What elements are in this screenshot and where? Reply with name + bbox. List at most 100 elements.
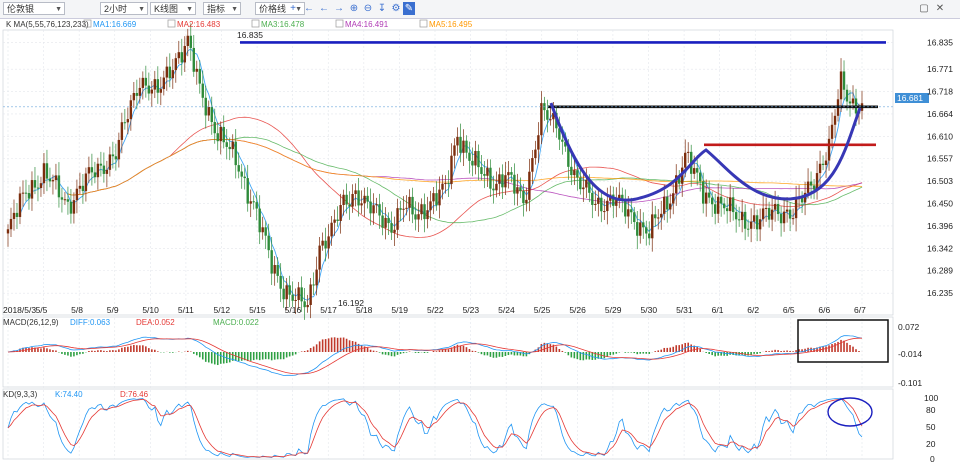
x-tick-3: 5/9 xyxy=(107,305,119,315)
candle-body xyxy=(707,192,711,198)
candle-body xyxy=(33,180,37,188)
candle-body xyxy=(243,176,246,179)
candle-body xyxy=(666,196,669,210)
pin-icon[interactable]: ↧ xyxy=(376,2,388,15)
candle-body xyxy=(363,195,366,204)
candle-body xyxy=(597,197,600,204)
candle-body xyxy=(198,68,201,84)
macd-diff: DIFF:0.063 xyxy=(70,318,111,327)
x-tick-9: 5/17 xyxy=(320,305,337,315)
candle-body xyxy=(357,190,360,206)
crosshair-icon[interactable]: + xyxy=(287,2,299,15)
x-tick-21: 6/2 xyxy=(747,305,759,315)
x-tick-11: 5/19 xyxy=(391,305,408,315)
ma-legend-box-4[interactable] xyxy=(419,19,428,28)
arrow-left-icon[interactable]: ← xyxy=(303,2,315,15)
candle-body xyxy=(207,106,210,116)
close-icon[interactable]: ✕ xyxy=(934,2,946,15)
candle-body xyxy=(297,287,300,300)
candle-body xyxy=(393,229,396,233)
candle-body xyxy=(18,193,22,217)
candle-body xyxy=(594,203,597,205)
candle-body xyxy=(336,219,339,221)
candle-body xyxy=(734,212,738,220)
candle-body xyxy=(582,187,585,190)
candle-body xyxy=(788,209,792,219)
ma-legend-box-2[interactable] xyxy=(251,19,260,28)
y-axis: 16.835 16.771 16.718 16.664 16.610 16.557 16.5… xyxy=(927,37,953,298)
candle-body xyxy=(192,47,195,72)
candle-body xyxy=(462,140,465,153)
period-select[interactable]: 2小时 ▼ xyxy=(100,2,148,15)
candle-body xyxy=(258,208,261,233)
candle-body xyxy=(761,208,765,220)
candle-body xyxy=(129,100,133,120)
candle-body xyxy=(645,227,648,234)
zoom-in-icon[interactable]: ⊕ xyxy=(348,2,360,15)
ma-legend-box-3[interactable] xyxy=(335,19,344,28)
candle-body xyxy=(731,197,735,213)
candle-body xyxy=(282,288,285,300)
candle-body xyxy=(237,165,240,172)
y-tick-1: 16.771 xyxy=(927,64,953,74)
arrow-right-icon[interactable]: → xyxy=(333,2,345,15)
candle-body xyxy=(195,68,198,72)
settings-icon[interactable]: ⚙ xyxy=(390,2,402,15)
candle-body xyxy=(423,204,426,220)
x-axis: 2018/5/3 5/5 5/8 5/9 5/10 5/11 5/12 5/15 5/16 5/1… xyxy=(3,305,866,315)
candle-body xyxy=(716,196,720,214)
x-tick-10: 5/18 xyxy=(356,305,373,315)
candle-body xyxy=(270,250,273,274)
candle-body xyxy=(120,122,124,140)
candle-body xyxy=(755,215,759,230)
candle-body xyxy=(719,196,723,204)
candle-body xyxy=(303,301,306,308)
minimize-icon[interactable]: ▢ xyxy=(918,2,930,15)
candle-body xyxy=(279,275,282,289)
candle-body xyxy=(48,178,52,182)
candle-body xyxy=(579,177,582,190)
ma-legend-box-1[interactable] xyxy=(167,19,176,28)
candle-body xyxy=(480,167,483,174)
candle-body xyxy=(21,192,25,194)
candle-body xyxy=(426,210,429,220)
candle-body xyxy=(615,200,618,206)
candle-body xyxy=(372,205,375,214)
y-tick-3: 16.664 xyxy=(927,109,953,119)
x-tick-13: 5/23 xyxy=(463,305,480,315)
y-tick-5: 16.557 xyxy=(927,154,953,164)
candle-body xyxy=(333,219,336,223)
candle-body xyxy=(6,229,10,234)
candle-body xyxy=(318,245,321,270)
candle-body xyxy=(695,168,699,173)
candle-body xyxy=(312,284,315,286)
macd-dea: DEA:0.052 xyxy=(136,318,175,327)
candle-body xyxy=(740,211,744,221)
x-tick-18: 5/30 xyxy=(641,305,658,315)
candle-body xyxy=(213,122,216,134)
zoom-out-icon[interactable]: ⊖ xyxy=(362,2,374,15)
candle-body xyxy=(294,299,297,301)
candle-body xyxy=(264,227,267,236)
kd-title: KD(9,3,3) xyxy=(3,390,38,399)
candle-body xyxy=(39,183,43,189)
candle-body xyxy=(791,218,795,220)
candle-body xyxy=(636,222,639,236)
arrow-left2-icon[interactable]: ← xyxy=(318,2,330,15)
candle-body xyxy=(495,183,498,191)
candle-body xyxy=(276,265,279,276)
draw-line-icon[interactable]: ✎ xyxy=(403,2,415,15)
candle-body xyxy=(606,200,609,212)
candle-body xyxy=(231,141,234,150)
candle-body xyxy=(749,221,753,229)
symbol-select[interactable]: 伦敦银 ▼ xyxy=(3,2,65,15)
candle-body xyxy=(45,163,49,179)
candle-body xyxy=(839,71,843,100)
candle-body xyxy=(432,193,435,202)
y-tick-8: 16.396 xyxy=(927,221,953,231)
x-tick-20: 6/1 xyxy=(712,305,724,315)
candle-body xyxy=(528,171,531,200)
candle-body xyxy=(537,135,540,150)
chart-type-select[interactable]: K线图 ▼ xyxy=(150,2,196,15)
indicator-select[interactable]: 指标 ▼ xyxy=(203,2,241,15)
